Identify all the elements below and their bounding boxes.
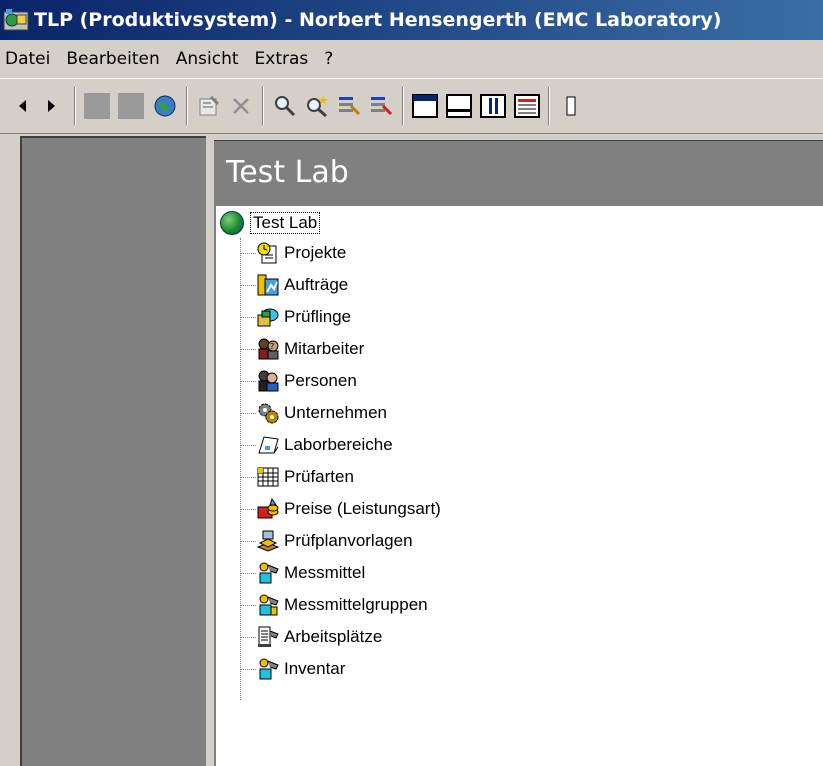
- toolbar-separator: [402, 87, 404, 125]
- tree-root-label[interactable]: Test Lab: [250, 212, 321, 234]
- price-icon: [256, 497, 280, 521]
- tree-item-pruefplanvorlagen[interactable]: Prüfplanvorlagen: [240, 528, 413, 554]
- tree-item-laborbereiche[interactable]: Laborbereiche: [240, 432, 393, 458]
- list-remove-icon[interactable]: [366, 89, 396, 123]
- globe-icon[interactable]: [150, 89, 180, 123]
- main-panel: Test Lab Test Lab Projekte Aufträge Prüf…: [210, 136, 823, 766]
- company-gears-icon: [256, 401, 280, 425]
- search-new-icon[interactable]: [302, 89, 332, 123]
- tree-root[interactable]: Test Lab: [220, 210, 321, 236]
- menu-extras[interactable]: Extras: [247, 49, 317, 69]
- tree-item-preise[interactable]: Preise (Leistungsart): [240, 496, 441, 522]
- inventory-icon: [256, 657, 280, 681]
- tree-item-arbeitsplaetze[interactable]: Arbeitsplätze: [240, 624, 382, 650]
- tree-item-personen[interactable]: Personen: [240, 368, 357, 394]
- device-box-icon: [256, 305, 280, 329]
- blank-button-icon[interactable]: [116, 89, 146, 123]
- tree-item-messmittel[interactable]: Messmittel: [240, 560, 365, 586]
- tree-item-mitarbeiter[interactable]: ? Mitarbeiter: [240, 336, 364, 362]
- employee-icon: ?: [256, 337, 280, 361]
- back-arrow-icon[interactable]: [8, 89, 38, 123]
- test-plan-icon: [256, 529, 280, 553]
- title-bar: TLP (Produktivsystem) - Norbert Hensenge…: [0, 0, 823, 40]
- window-title: TLP (Produktivsystem) - Norbert Hensenge…: [34, 9, 722, 31]
- forward-arrow-icon[interactable]: [36, 89, 66, 123]
- persons-icon: [256, 369, 280, 393]
- lab-area-icon: [256, 433, 280, 457]
- tree-view[interactable]: Test Lab Projekte Aufträge Prüflinge ? M…: [214, 204, 823, 766]
- menu-bar: Datei Bearbeiten Ansicht Extras ?: [0, 40, 823, 78]
- tree-item-unternehmen[interactable]: Unternehmen: [240, 400, 387, 426]
- panel-header: Test Lab: [214, 140, 823, 204]
- toolbar-separator: [74, 87, 76, 125]
- toolbar-overflow-icon[interactable]: [556, 89, 586, 123]
- tree-item-prueflinge[interactable]: Prüflinge: [240, 304, 351, 330]
- delete-icon[interactable]: [226, 89, 256, 123]
- tree-item-messmittelgruppen[interactable]: Messmittelgruppen: [240, 592, 428, 618]
- toolbar-separator: [548, 87, 550, 125]
- columns-icon[interactable]: [478, 89, 508, 123]
- menu-bearbeiten[interactable]: Bearbeiten: [58, 49, 167, 69]
- tree-item-projekte[interactable]: Projekte: [240, 240, 346, 266]
- window-top-icon[interactable]: [410, 89, 440, 123]
- left-panel: [20, 136, 206, 766]
- measuring-group-icon: [256, 593, 280, 617]
- grid-table-icon: [256, 465, 280, 489]
- window-bottom-icon[interactable]: [444, 89, 474, 123]
- svg-text:?: ?: [270, 342, 274, 351]
- measuring-device-icon: [256, 561, 280, 585]
- tree-item-inventar[interactable]: Inventar: [240, 656, 345, 682]
- toolbar: [0, 78, 823, 134]
- menu-datei[interactable]: Datei: [0, 49, 58, 69]
- properties-icon[interactable]: [194, 89, 224, 123]
- tree-item-auftraege[interactable]: Aufträge: [240, 272, 348, 298]
- search-icon[interactable]: [270, 89, 300, 123]
- list-edit-icon[interactable]: [334, 89, 364, 123]
- workstation-icon: [256, 625, 280, 649]
- details-icon[interactable]: [512, 89, 542, 123]
- panel-header-title: Test Lab: [226, 155, 349, 190]
- order-chart-icon: [256, 273, 280, 297]
- toolbar-separator: [262, 87, 264, 125]
- globe-icon: [220, 211, 244, 235]
- blank-button-icon[interactable]: [82, 89, 112, 123]
- toolbar-separator: [186, 87, 188, 125]
- app-icon: [2, 6, 30, 34]
- menu-help[interactable]: ?: [316, 49, 341, 69]
- tree-item-pruefarten[interactable]: Prüfarten: [240, 464, 354, 490]
- menu-ansicht[interactable]: Ansicht: [168, 49, 247, 69]
- clock-document-icon: [256, 241, 280, 265]
